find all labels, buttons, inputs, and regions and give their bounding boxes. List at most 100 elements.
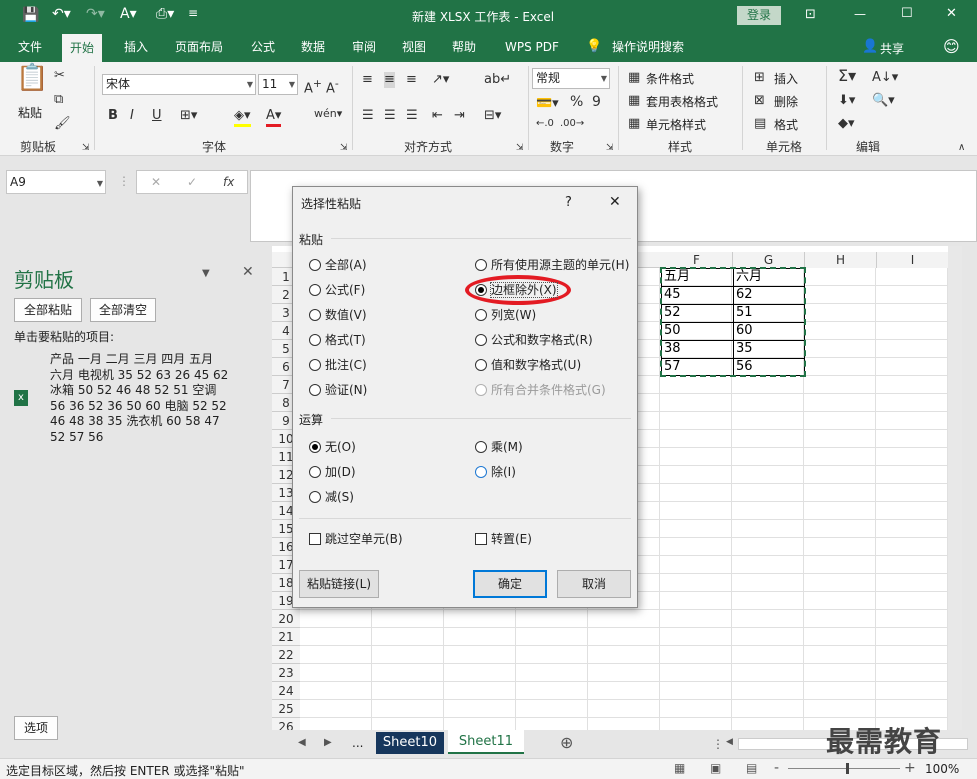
clipboard-item[interactable]: 产品 一月 二月 三月 四月 五月 六月 电视机 35 52 63 26 45 … bbox=[50, 352, 250, 445]
close-button[interactable]: ✕ bbox=[946, 6, 957, 21]
ok-button[interactable]: 确定 bbox=[473, 570, 547, 598]
decrease-indent-icon[interactable]: ⇤ bbox=[432, 108, 443, 124]
tab-insert[interactable]: 插入 bbox=[116, 32, 156, 62]
font-size-combo[interactable]: 11 ▼ bbox=[258, 74, 298, 95]
scroll-left-icon[interactable]: ◀ bbox=[726, 737, 733, 747]
cell[interactable]: 60 bbox=[733, 322, 805, 340]
row-header[interactable]: 23 bbox=[272, 664, 300, 682]
increase-decimal-icon[interactable]: ←.0 bbox=[536, 116, 554, 132]
next-sheet-icon[interactable]: ▶ bbox=[324, 737, 332, 748]
format-cells-button[interactable]: 格式 bbox=[774, 116, 798, 133]
cancel-icon[interactable]: ✕ bbox=[151, 175, 161, 189]
bold-button[interactable]: B bbox=[108, 108, 118, 124]
delete-cells-icon[interactable]: ⊠ bbox=[754, 93, 765, 109]
tab-page-layout[interactable]: 页面布局 bbox=[167, 32, 231, 62]
copy-icon[interactable]: ⧉ bbox=[54, 92, 63, 108]
cell-styles-icon[interactable]: ▦ bbox=[628, 116, 640, 132]
radio-paste-all[interactable]: 全部(A) bbox=[309, 257, 367, 273]
find-select-icon[interactable]: 🔍▾ bbox=[872, 93, 895, 109]
row-header[interactable]: 22 bbox=[272, 646, 300, 664]
clear-all-button[interactable]: 全部清空 bbox=[90, 298, 156, 322]
collapse-ribbon-icon[interactable]: ∧ bbox=[958, 140, 965, 156]
underline-button[interactable]: U bbox=[152, 108, 162, 124]
clipboard-launcher-icon[interactable]: ⇲ bbox=[82, 140, 90, 156]
radio-paste-formats[interactable]: 格式(T) bbox=[309, 332, 366, 348]
cell[interactable]: 45 bbox=[661, 286, 733, 304]
decrease-decimal-icon[interactable]: .00→ bbox=[560, 116, 584, 132]
number-launcher-icon[interactable]: ⇲ bbox=[606, 140, 614, 156]
fill-icon[interactable]: ⬇▾ bbox=[838, 93, 855, 109]
cell[interactable]: 52 bbox=[661, 304, 733, 322]
delete-cells-button[interactable]: 删除 bbox=[774, 93, 798, 110]
wrap-text-icon[interactable]: ab↵ bbox=[484, 72, 511, 88]
tell-me-search[interactable]: 操作说明搜索 bbox=[604, 32, 692, 62]
save-icon[interactable]: 💾 bbox=[22, 7, 39, 23]
pane-options-button[interactable]: 选项 bbox=[14, 716, 58, 740]
radio-op-add[interactable]: 加(D) bbox=[309, 464, 356, 480]
tab-review[interactable]: 审阅 bbox=[344, 32, 384, 62]
fill-color-icon[interactable]: ◈▾ bbox=[234, 108, 251, 127]
sheet-tab-sheet11[interactable]: Sheet11 bbox=[448, 730, 524, 754]
radio-paste-source-theme[interactable]: 所有使用源主题的单元(H) bbox=[475, 257, 629, 273]
cell[interactable]: 六月 bbox=[733, 268, 805, 286]
cell-styles-button[interactable]: 单元格样式 bbox=[646, 116, 706, 133]
radio-op-divide[interactable]: 除(I) bbox=[475, 464, 516, 480]
font-name-combo[interactable]: 宋体 ▼ bbox=[102, 74, 256, 95]
cell[interactable]: 38 bbox=[661, 340, 733, 358]
ribbon-display-icon[interactable]: ⊡ bbox=[805, 7, 816, 22]
prev-sheet-icon[interactable]: ◀ bbox=[298, 737, 306, 748]
cell[interactable]: 51 bbox=[733, 304, 805, 322]
align-launcher-icon[interactable]: ⇲ bbox=[516, 140, 524, 156]
cell[interactable]: 50 bbox=[661, 322, 733, 340]
merge-center-icon[interactable]: ⊟▾ bbox=[484, 108, 501, 124]
format-painter-quick-icon[interactable]: A▾ bbox=[120, 6, 137, 22]
help-button[interactable]: ? bbox=[565, 195, 572, 210]
checkbox-transpose[interactable]: 转置(E) bbox=[475, 531, 532, 547]
font-launcher-icon[interactable]: ⇲ bbox=[340, 140, 348, 156]
align-bottom-icon[interactable]: ≡ bbox=[406, 72, 417, 88]
format-table-button[interactable]: 套用表格格式 bbox=[646, 93, 718, 110]
column-header-f[interactable]: F bbox=[661, 252, 733, 268]
print-preview-icon[interactable]: ⎙▾ bbox=[156, 6, 174, 22]
paste-icon[interactable]: 📋 bbox=[16, 65, 48, 91]
increase-indent-icon[interactable]: ⇥ bbox=[454, 108, 465, 124]
zoom-out-button[interactable]: - bbox=[774, 760, 779, 776]
tab-split-handle[interactable]: ⋮ bbox=[712, 737, 724, 751]
cancel-button[interactable]: 取消 bbox=[557, 570, 631, 598]
radio-paste-formulas[interactable]: 公式(F) bbox=[309, 282, 365, 298]
align-top-icon[interactable]: ≡ bbox=[362, 72, 373, 88]
paste-button[interactable]: 粘贴 bbox=[18, 104, 42, 121]
grow-font-icon[interactable]: A+ bbox=[304, 76, 322, 97]
cut-icon[interactable]: ✂ bbox=[54, 68, 65, 84]
zoom-level[interactable]: 100% bbox=[925, 762, 959, 776]
pane-close-icon[interactable]: ✕ bbox=[242, 264, 254, 280]
cell[interactable]: 五月 bbox=[661, 268, 733, 286]
italic-button[interactable]: I bbox=[130, 108, 134, 124]
row-header[interactable]: 25 bbox=[272, 700, 300, 718]
insert-cells-button[interactable]: 插入 bbox=[774, 70, 798, 87]
align-center-icon[interactable]: ☰ bbox=[384, 108, 396, 124]
radio-op-none[interactable]: 无(O) bbox=[309, 439, 356, 455]
radio-paste-values-number-formats[interactable]: 值和数字格式(U) bbox=[475, 357, 581, 373]
minimize-button[interactable]: — bbox=[854, 7, 866, 21]
maximize-button[interactable]: ☐ bbox=[901, 6, 913, 21]
clear-icon[interactable]: ◆▾ bbox=[838, 116, 855, 132]
column-header-i[interactable]: I bbox=[877, 252, 949, 268]
conditional-format-button[interactable]: 条件格式 bbox=[646, 70, 694, 87]
radio-paste-column-widths[interactable]: 列宽(W) bbox=[475, 307, 536, 323]
percent-button[interactable]: % bbox=[570, 94, 583, 110]
column-header-g[interactable]: G bbox=[733, 252, 805, 268]
smiley-icon[interactable]: 😊 bbox=[943, 37, 960, 56]
phonetic-icon[interactable]: wén▾ bbox=[314, 106, 342, 122]
row-header[interactable]: 20 bbox=[272, 610, 300, 628]
borders-icon[interactable]: ⊞▾ bbox=[180, 108, 197, 124]
autosum-icon[interactable]: Σ▾ bbox=[838, 68, 856, 84]
radio-paste-comments[interactable]: 批注(C) bbox=[309, 357, 367, 373]
format-painter-icon[interactable]: 🖌 bbox=[54, 116, 71, 132]
row-header[interactable]: 21 bbox=[272, 628, 300, 646]
name-box[interactable]: A9 ▼ bbox=[6, 170, 106, 194]
cell[interactable]: 62 bbox=[733, 286, 805, 304]
radio-paste-formulas-number-formats[interactable]: 公式和数字格式(R) bbox=[475, 332, 593, 348]
tab-formulas[interactable]: 公式 bbox=[243, 32, 283, 62]
enter-icon[interactable]: ✓ bbox=[187, 175, 197, 189]
